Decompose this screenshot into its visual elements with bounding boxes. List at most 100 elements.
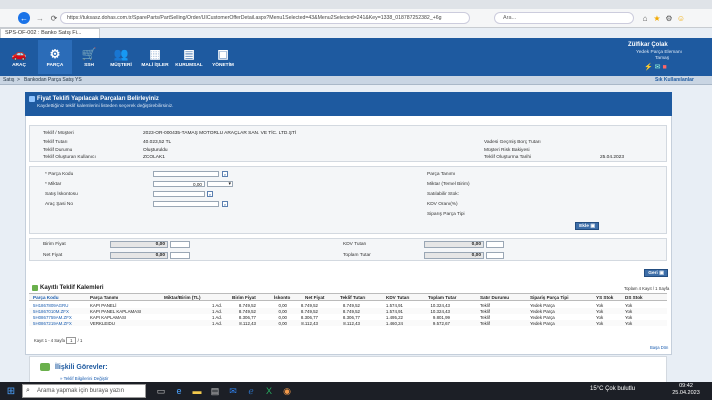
breadcrumb-separator: > xyxy=(17,77,20,83)
favorites-icon[interactable]: ★ xyxy=(652,13,662,23)
overdue-label: Vadesi Geçmiş Borç Tutarı xyxy=(484,140,541,145)
back-button[interactable]: ← xyxy=(18,12,30,24)
col-net-price[interactable]: Net Fiyat xyxy=(305,295,324,300)
pager-page-select[interactable]: 1 xyxy=(66,337,77,344)
menu-arac[interactable]: 🚗 ARAÇ xyxy=(2,40,36,74)
table-icon xyxy=(32,285,38,291)
unit-price-currency xyxy=(170,241,190,248)
discount-label: Satış İskontosu xyxy=(45,192,78,197)
part-search-icon[interactable]: ⌕ xyxy=(222,171,228,177)
col-part-def[interactable]: Parça Tanımı xyxy=(90,295,118,300)
file-explorer-icon[interactable]: ▬ xyxy=(190,384,204,398)
menu-ssh[interactable]: 🛒 SSH xyxy=(72,40,106,74)
ie-icon[interactable]: ℯ xyxy=(244,384,258,398)
taskbar-clock[interactable]: 09:42 25.04.2023 xyxy=(668,383,704,397)
back-to-top-link[interactable]: Başa Dön xyxy=(650,345,668,350)
col-ds-stock[interactable]: DS Stok xyxy=(625,295,643,300)
excel-icon[interactable]: X xyxy=(262,384,276,398)
date-value: 25.04.2023 xyxy=(600,155,625,160)
app-icon[interactable]: ◉ xyxy=(280,384,294,398)
service-icon: 🛒 xyxy=(81,46,97,61)
settings-icon[interactable]: ⚙ xyxy=(664,13,674,23)
mail-icon[interactable]: ✉ xyxy=(655,64,661,71)
table-cell: KAPI PANEL KAPLAMASI xyxy=(90,308,142,314)
menu-kurumsal[interactable]: ▤ KURUMSAL xyxy=(172,40,206,74)
refresh-button[interactable]: ⟳ xyxy=(48,12,60,24)
qty-input[interactable]: 0,00 xyxy=(153,181,205,187)
col-order-type[interactable]: Sipariş Parça Tipi xyxy=(530,295,568,300)
table-cell: VERKLEIDU xyxy=(90,320,115,326)
feedback-icon[interactable]: ☺ xyxy=(676,13,686,23)
forward-button[interactable]: → xyxy=(34,12,46,24)
table-cell: 1.460,24 xyxy=(385,320,403,326)
page-tab[interactable]: SPS-OF-002 : Banko Satış Fi... xyxy=(0,28,100,38)
car-icon: 🚗 xyxy=(11,46,27,61)
table-cell: Teklif xyxy=(480,314,491,320)
menu-musteri[interactable]: 👥 MÜŞTERİ xyxy=(104,40,138,74)
part-code-link[interactable]: 5H0867759AM.ZFX xyxy=(33,315,72,320)
col-qty[interactable]: Miktar/Birim (TL) xyxy=(164,295,201,300)
discount-input[interactable] xyxy=(153,191,205,197)
part-code-input[interactable] xyxy=(153,171,219,177)
col-offer-amount[interactable]: Teklif Tutarı xyxy=(340,295,365,300)
tool-label: Araç Şasi No xyxy=(45,202,73,207)
add-button[interactable]: Ekle ▣ xyxy=(575,222,599,230)
store-icon[interactable]: ▤ xyxy=(208,384,222,398)
back-page-button[interactable]: Geri ▣ xyxy=(644,269,668,277)
address-bar[interactable]: https://tuksasz.dohas.com.tr/SpareParts/… xyxy=(60,12,470,24)
table-cell: 9.572,67 xyxy=(432,320,450,326)
table-cell: Yok xyxy=(625,320,633,326)
table-cell: Teklif xyxy=(480,320,491,326)
risk-label: Müşteri Risk Bakiyesi xyxy=(484,148,530,153)
table-cell: 8.306,77 xyxy=(238,314,256,320)
part-code-link[interactable]: 5H0867219AM.ZFX xyxy=(33,321,72,326)
kdv-rate-label: KDV Oranı(%) xyxy=(427,202,458,207)
logout-icon[interactable]: ■ xyxy=(663,64,667,71)
task-view-icon[interactable]: ▭ xyxy=(154,384,168,398)
customer-label: Teklif / Müşteri xyxy=(43,131,74,136)
col-row-status[interactable]: Satır Durumu xyxy=(480,295,509,300)
table-cell: 1.574,91 xyxy=(385,308,403,314)
table-cell: Yok xyxy=(625,302,633,308)
kdv-label: KDV Tutarı xyxy=(343,242,367,247)
part-code-link[interactable]: 5H1867010M.ZFX xyxy=(33,309,69,314)
related-tasks-title: İlişkili Görevler: xyxy=(55,364,108,371)
table-cell: Yedek Parça xyxy=(530,314,555,320)
weather-widget[interactable]: 15°C Çok bulutlu xyxy=(590,386,635,392)
table-cell: 0,00 xyxy=(278,320,287,326)
table-cell: 10.324,43 xyxy=(430,302,450,308)
discount-picker-icon[interactable]: ⌕ xyxy=(207,191,213,197)
edge-icon[interactable]: e xyxy=(172,384,186,398)
change-offer-link[interactable]: » Teklif Bilgilerini Değiştir xyxy=(60,376,108,381)
part-def-label: Parça Tanımı xyxy=(427,172,456,177)
chevron-down-icon: ▾ xyxy=(228,181,231,187)
part-code-link[interactable]: 5H1867809AGRU xyxy=(33,303,68,308)
menu-yonetim[interactable]: ▣ YÖNETİM xyxy=(206,40,240,74)
chassis-input[interactable] xyxy=(153,201,219,207)
col-ys-stock[interactable]: YS Stok xyxy=(596,295,613,300)
table-record-info: Toplam 4 Kayıt / 1 Sayfa xyxy=(624,286,670,291)
chassis-search-icon[interactable]: ⌕ xyxy=(222,201,228,207)
customer-value: 2023-OR-000435-TAMAŞ MOTORLU ARAÇLAR SAN… xyxy=(143,131,297,136)
stock-label: Satılabilir Stok: xyxy=(427,192,459,197)
col-total[interactable]: Toplam Tutar xyxy=(428,295,456,300)
col-unit-price[interactable]: Birim Fiyat xyxy=(232,295,256,300)
menu-parca[interactable]: ⚙ PARÇA xyxy=(38,40,72,74)
lightning-icon[interactable]: ⚡ xyxy=(644,64,653,71)
outlook-icon[interactable]: ✉ xyxy=(226,384,240,398)
taskbar-search-input[interactable]: Arama yapmak için buraya yazın xyxy=(22,384,146,398)
favorites-link[interactable]: Sık Kullanılanlar xyxy=(655,77,694,83)
col-kdv[interactable]: KDV Tutarı xyxy=(386,295,409,300)
unit-select[interactable]: ▾ xyxy=(207,181,233,187)
qty-label: * Miktar xyxy=(45,182,62,187)
menu-mali-isler[interactable]: ▦ MALİ İŞLER xyxy=(138,40,172,74)
net-price-field: 0,00 xyxy=(110,252,168,259)
table-cell: 1.574,91 xyxy=(385,302,403,308)
breadcrumb-root[interactable]: Satış xyxy=(3,77,14,83)
col-discount[interactable]: İskonto xyxy=(274,295,290,300)
home-icon[interactable]: ⌂ xyxy=(640,13,650,23)
windows-start-icon[interactable]: ⊞ xyxy=(5,385,17,397)
browser-search-input[interactable]: Ara... xyxy=(494,12,634,24)
col-part-code[interactable]: Parça Kodu xyxy=(33,295,59,300)
pager: Kayıt 1 - 4 Sayfa 1 / 1 xyxy=(34,337,83,344)
